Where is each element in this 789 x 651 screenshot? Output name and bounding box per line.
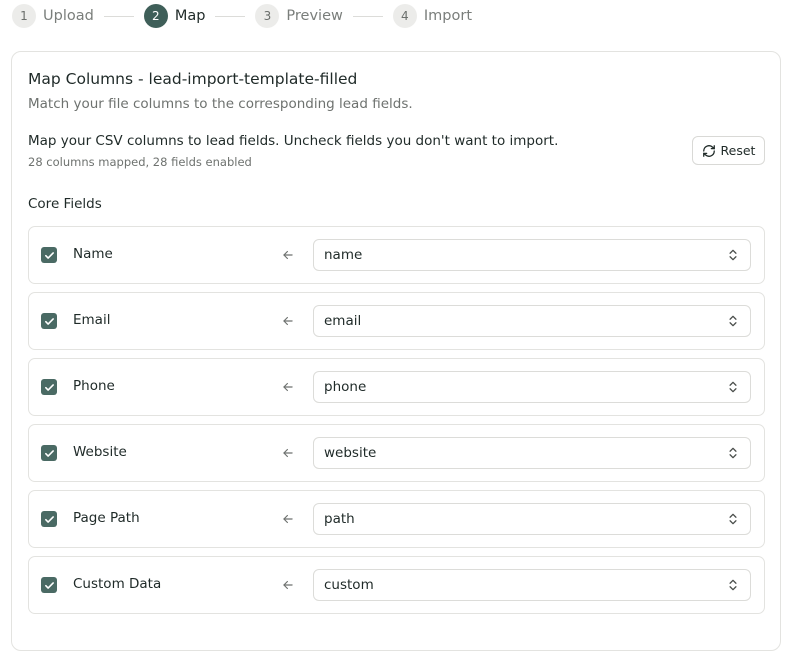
column-select[interactable]: phone [313, 371, 751, 403]
chevron-up-down-icon [729, 315, 737, 327]
field-name: Email [73, 312, 111, 328]
field-name: Name [73, 246, 113, 262]
column-select[interactable]: website [313, 437, 751, 469]
reset-label: Reset [720, 143, 756, 158]
step-label: Map [174, 8, 206, 24]
field-name: Page Path [73, 510, 140, 526]
arrow-left-icon [281, 510, 297, 528]
field-checkbox[interactable] [41, 379, 57, 395]
field-row-phone: Phone phone [28, 358, 765, 416]
column-select[interactable]: name [313, 239, 751, 271]
card-title: Map Columns - lead-import-template-fille… [28, 70, 358, 88]
field-row-website: Website website [28, 424, 765, 482]
check-icon [44, 581, 54, 589]
chevron-up-down-icon [729, 513, 737, 525]
check-icon [44, 317, 54, 325]
step-label: Upload [43, 8, 94, 24]
field-name: Phone [73, 378, 115, 394]
chevron-up-down-icon [729, 579, 737, 591]
field-checkbox[interactable] [41, 445, 57, 461]
field-checkbox[interactable] [41, 577, 57, 593]
mapping-summary: 28 columns mapped, 28 fields enabled [28, 155, 252, 169]
instructions-text: Map your CSV columns to lead fields. Unc… [28, 133, 559, 149]
check-icon [44, 383, 54, 391]
arrow-left-icon [281, 576, 297, 594]
stepper: 1 Upload 2 Map 3 Preview 4 Import [12, 4, 472, 28]
field-checkbox[interactable] [41, 247, 57, 263]
step-upload[interactable]: 1 Upload [12, 4, 94, 28]
select-value: email [324, 313, 362, 329]
step-label: Preview [286, 8, 343, 24]
field-checkbox[interactable] [41, 511, 57, 527]
arrow-left-icon [281, 312, 297, 330]
column-select[interactable]: email [313, 305, 751, 337]
reset-button[interactable]: Reset [692, 136, 765, 165]
refresh-icon [702, 144, 715, 157]
step-number: 4 [392, 4, 417, 28]
select-value: custom [324, 577, 374, 593]
column-select[interactable]: path [313, 503, 751, 535]
check-icon [44, 449, 54, 457]
select-value: path [324, 511, 355, 527]
arrow-left-icon [281, 246, 297, 264]
step-divider [103, 15, 134, 17]
field-row-page-path: Page Path path [28, 490, 765, 548]
chevron-up-down-icon [729, 249, 737, 261]
column-select[interactable]: custom [313, 569, 751, 601]
step-divider [352, 15, 383, 17]
section-title-core-fields: Core Fields [28, 196, 102, 212]
field-row-name: Name name [28, 226, 765, 284]
step-preview[interactable]: 3 Preview [255, 4, 343, 28]
map-columns-card: Map Columns - lead-import-template-fille… [11, 51, 781, 651]
step-number: 2 [143, 4, 168, 28]
field-name: Website [73, 444, 127, 460]
chevron-up-down-icon [729, 381, 737, 393]
step-label: Import [423, 8, 472, 24]
field-row-custom-data: Custom Data custom [28, 556, 765, 614]
card-subtitle: Match your file columns to the correspon… [28, 96, 413, 112]
select-value: phone [324, 379, 367, 395]
field-row-email: Email email [28, 292, 765, 350]
field-name: Custom Data [73, 576, 162, 592]
check-icon [44, 515, 54, 523]
step-import[interactable]: 4 Import [392, 4, 472, 28]
step-number: 3 [255, 4, 280, 28]
chevron-up-down-icon [729, 447, 737, 459]
arrow-left-icon [281, 444, 297, 462]
step-number: 1 [12, 4, 36, 28]
arrow-left-icon [281, 378, 297, 396]
step-map[interactable]: 2 Map [143, 4, 206, 28]
select-value: name [324, 247, 363, 263]
field-checkbox[interactable] [41, 313, 57, 329]
check-icon [44, 251, 54, 259]
select-value: website [324, 445, 377, 461]
step-divider [215, 15, 246, 17]
